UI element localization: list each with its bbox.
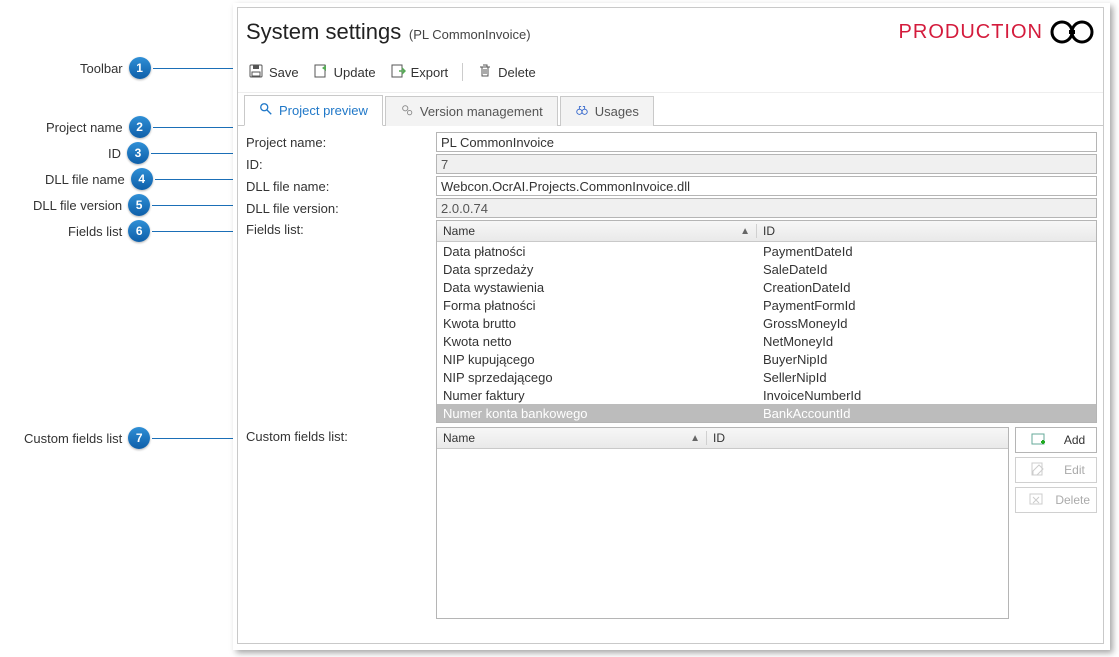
input-project-name[interactable] xyxy=(436,132,1097,152)
callout-project-name: Project name 2 xyxy=(46,116,241,138)
custom-grid-buttons: Add Edit Delete xyxy=(1015,427,1097,619)
table-row[interactable]: Data płatnościPaymentDateId xyxy=(437,242,1096,260)
cell-id: SaleDateId xyxy=(757,262,1096,277)
table-row[interactable]: Data sprzedażySaleDateId xyxy=(437,260,1096,278)
brand-logo-icon xyxy=(1049,19,1095,45)
cell-id: NetMoneyId xyxy=(757,334,1096,349)
label-dll-name: DLL file name: xyxy=(244,179,436,194)
header: System settings (PL CommonInvoice) PRODU… xyxy=(238,8,1103,52)
cell-name: Data sprzedaży xyxy=(437,262,757,277)
cell-id: GrossMoneyId xyxy=(757,316,1096,331)
label-project-name: Project name: xyxy=(244,135,436,150)
table-row[interactable]: NIP kupującegoBuyerNipId xyxy=(437,350,1096,368)
custom-col-header-name[interactable]: Name ▲ xyxy=(437,431,707,445)
row-dll-name: DLL file name: xyxy=(244,176,1097,196)
tab-project-preview[interactable]: Project preview xyxy=(244,95,383,126)
cell-id: PaymentDateId xyxy=(757,244,1096,259)
table-row[interactable]: Numer konta bankowegoBankAccountId xyxy=(437,404,1096,422)
callout-custom-fields: Custom fields list 7 xyxy=(24,427,240,449)
toolbar: Save Update Export Delete xyxy=(238,52,1103,93)
row-fields-list: Fields list: Name ▲ ID Data płatnościPay… xyxy=(244,220,1097,423)
table-row[interactable]: Numer fakturyInvoiceNumberId xyxy=(437,386,1096,404)
cell-id: SellerNipId xyxy=(757,370,1096,385)
callout-fields-list: Fields list 6 xyxy=(68,220,240,242)
table-row[interactable]: Forma płatnościPaymentFormId xyxy=(437,296,1096,314)
row-project-name: Project name: xyxy=(244,132,1097,152)
magnifier-icon xyxy=(259,102,273,119)
cell-name: Numer faktury xyxy=(437,388,757,403)
cell-name: Data płatności xyxy=(437,244,757,259)
settings-panel: System settings (PL CommonInvoice) PRODU… xyxy=(237,7,1104,644)
add-icon xyxy=(1022,431,1053,450)
custom-fields-grid[interactable]: Name ▲ ID xyxy=(436,427,1009,619)
edit-button: Edit xyxy=(1015,457,1097,483)
label-custom-fields: Custom fields list: xyxy=(244,427,436,444)
cell-id: InvoiceNumberId xyxy=(757,388,1096,403)
table-row[interactable]: Data wystawieniaCreationDateId xyxy=(437,278,1096,296)
delete-button[interactable]: Delete xyxy=(477,63,536,82)
cell-name: NIP sprzedającego xyxy=(437,370,757,385)
row-custom-fields: Custom fields list: Name ▲ ID xyxy=(244,427,1097,619)
callout-dll-name: DLL file name 4 xyxy=(45,168,243,190)
row-dll-version: DLL file version: xyxy=(244,198,1097,218)
update-button[interactable]: Update xyxy=(313,63,376,82)
cell-id: BankAccountId xyxy=(757,406,1096,421)
cell-name: Data wystawienia xyxy=(437,280,757,295)
cell-id: BuyerNipId xyxy=(757,352,1096,367)
delete-custom-button: Delete xyxy=(1015,487,1097,513)
save-icon xyxy=(248,63,264,82)
update-icon xyxy=(313,63,329,82)
input-dll-version xyxy=(436,198,1097,218)
label-fields-list: Fields list: xyxy=(244,220,436,237)
trash-icon xyxy=(477,63,493,82)
cell-name: Forma płatności xyxy=(437,298,757,313)
col-header-name[interactable]: Name ▲ xyxy=(437,224,757,238)
cell-name: Numer konta bankowego xyxy=(437,406,757,421)
callout-dll-version: DLL file version 5 xyxy=(33,194,240,216)
binoculars-icon xyxy=(575,103,589,120)
add-button[interactable]: Add xyxy=(1015,427,1097,453)
cell-name: Kwota netto xyxy=(437,334,757,349)
callout-id: ID 3 xyxy=(108,142,239,164)
callout-toolbar: Toolbar 1 xyxy=(80,57,241,79)
delete-icon xyxy=(1022,491,1049,510)
label-id: ID: xyxy=(244,157,436,172)
cell-name: Kwota brutto xyxy=(437,316,757,331)
page-title: System settings (PL CommonInvoice) xyxy=(246,19,531,45)
edit-icon xyxy=(1022,461,1053,480)
table-row[interactable]: NIP sprzedającegoSellerNipId xyxy=(437,368,1096,386)
table-row[interactable]: Kwota bruttoGrossMoneyId xyxy=(437,314,1096,332)
fields-grid-body: Data płatnościPaymentDateIdData sprzedaż… xyxy=(437,242,1096,422)
sort-asc-icon: ▲ xyxy=(740,226,750,237)
custom-grid-header: Name ▲ ID xyxy=(437,428,1008,449)
sort-asc-icon: ▲ xyxy=(690,433,700,444)
gears-icon xyxy=(400,103,414,120)
tabs: Project preview Version management Usage… xyxy=(238,93,1103,126)
col-header-id[interactable]: ID xyxy=(757,224,1096,238)
export-icon xyxy=(390,63,406,82)
fields-grid-header: Name ▲ ID xyxy=(437,221,1096,242)
input-id xyxy=(436,154,1097,174)
input-dll-name[interactable] xyxy=(436,176,1097,196)
toolbar-separator xyxy=(462,63,463,81)
form-body: Project name: ID: DLL file name: DLL fil… xyxy=(238,126,1103,627)
table-row[interactable]: Kwota nettoNetMoneyId xyxy=(437,332,1096,350)
label-dll-version: DLL file version: xyxy=(244,201,436,216)
cell-id: CreationDateId xyxy=(757,280,1096,295)
fields-grid[interactable]: Name ▲ ID Data płatnościPaymentDateIdDat… xyxy=(436,220,1097,423)
save-button[interactable]: Save xyxy=(248,63,299,82)
row-id: ID: xyxy=(244,154,1097,174)
brand: PRODUCTION xyxy=(899,19,1095,45)
tab-usages[interactable]: Usages xyxy=(560,96,654,126)
cell-name: NIP kupującego xyxy=(437,352,757,367)
cell-id: PaymentFormId xyxy=(757,298,1096,313)
custom-col-header-id[interactable]: ID xyxy=(707,431,1008,445)
tab-version-management[interactable]: Version management xyxy=(385,96,558,126)
export-button[interactable]: Export xyxy=(390,63,449,82)
